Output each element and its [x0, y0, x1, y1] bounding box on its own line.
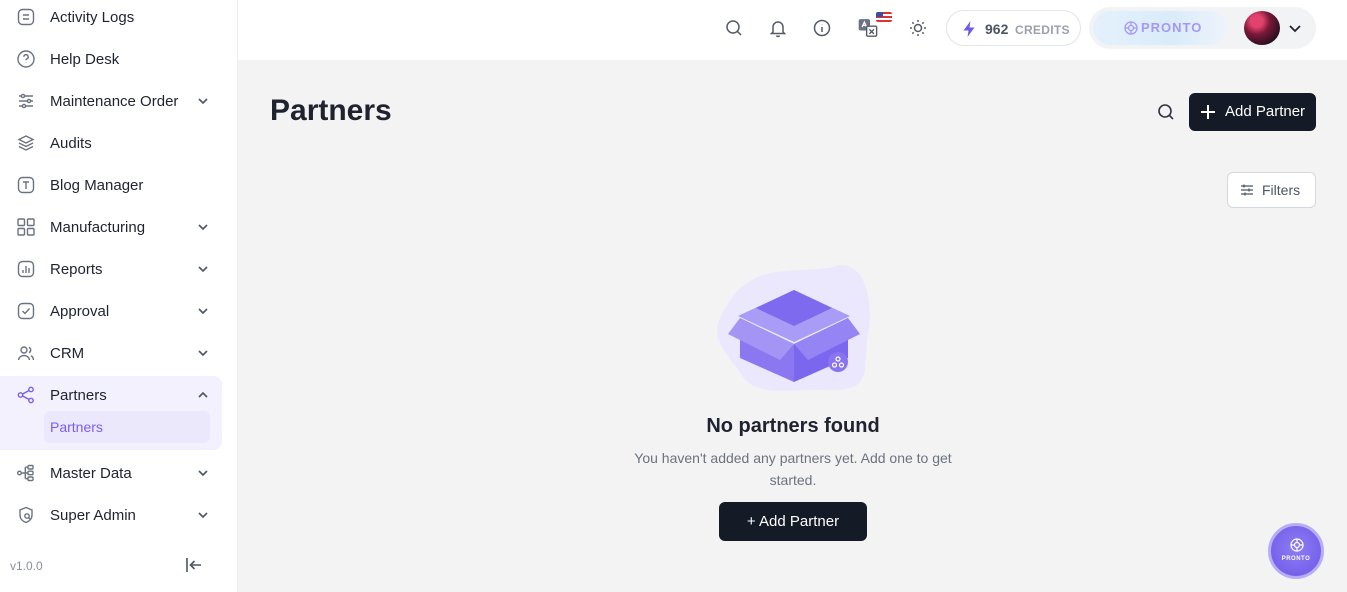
filters-label: Filters	[1262, 182, 1301, 198]
search-icon[interactable]	[1156, 102, 1176, 122]
chevron-down-icon[interactable]	[196, 220, 210, 234]
sliders-icon	[16, 91, 36, 111]
brand-pill: PRONTO	[1093, 11, 1227, 45]
sidebar-item-maintenance-order[interactable]: Maintenance Order	[0, 80, 238, 122]
sidebar-item-approval[interactable]: Approval	[0, 290, 238, 332]
sidebar-item-crm[interactable]: CRM	[0, 332, 238, 374]
sidebar-subitem-label: Partners	[50, 419, 103, 435]
bar-chart-icon	[16, 259, 36, 279]
sidebar-item-label: Manufacturing	[50, 218, 146, 236]
plus-icon	[1199, 103, 1217, 121]
sidebar-item-audits[interactable]: Audits	[0, 122, 238, 164]
question-circle-icon	[16, 49, 36, 69]
chevron-up-icon[interactable]	[196, 388, 210, 402]
sidebar-item-help-desk[interactable]: Help Desk	[0, 38, 238, 80]
hierarchy-icon	[16, 463, 36, 483]
topbar: 962 CREDITS PRONTO	[238, 0, 1347, 60]
sidebar-item-label: CRM	[50, 344, 85, 362]
sidebar-item-partners[interactable]: Partners	[0, 374, 238, 416]
search-icon[interactable]	[724, 18, 744, 38]
translate-icon[interactable]	[858, 18, 878, 38]
sidebar-item-activity-logs[interactable]: Activity Logs	[0, 0, 238, 38]
sidebar-item-super-admin[interactable]: Super Admin	[0, 494, 238, 536]
info-icon[interactable]	[812, 18, 832, 38]
empty-state-title: No partners found	[706, 415, 880, 437]
chevron-down-icon[interactable]	[196, 508, 210, 522]
users-icon	[16, 343, 36, 363]
empty-add-partner-button[interactable]: + Add Partner	[719, 502, 867, 541]
chevron-down-icon[interactable]	[196, 466, 210, 480]
sidebar: Activity Logs Help Desk Maintenance Orde…	[0, 0, 238, 592]
credits-value: 962	[985, 21, 1009, 37]
sidebar-item-reports[interactable]: Reports	[0, 248, 238, 290]
chevron-down-icon[interactable]	[196, 94, 210, 108]
share-nodes-icon	[16, 385, 36, 405]
chevron-down-icon[interactable]	[196, 262, 210, 276]
page-title: Partners	[270, 94, 392, 127]
sidebar-item-label: Audits	[50, 134, 92, 152]
sidebar-item-label: Activity Logs	[50, 8, 135, 26]
sidebar-item-label: Reports	[50, 260, 103, 278]
credits-button[interactable]: 962 CREDITS	[946, 10, 1081, 46]
profile-menu[interactable]: PRONTO	[1089, 7, 1316, 49]
add-partner-label: Add Partner	[1225, 103, 1306, 120]
chevron-down-icon[interactable]	[196, 304, 210, 318]
lightning-icon	[961, 20, 977, 38]
filters-button[interactable]: Filters	[1227, 172, 1316, 208]
sidebar-item-blog-manager[interactable]: Blog Manager	[0, 164, 238, 206]
sidebar-item-label: Approval	[50, 302, 110, 320]
chevron-down-icon[interactable]	[1287, 20, 1303, 36]
avatar[interactable]	[1244, 11, 1280, 45]
empty-box-illustration	[717, 265, 870, 391]
check-square-icon	[16, 301, 36, 321]
grid-shapes-icon	[16, 217, 36, 237]
sidebar-item-manufacturing[interactable]: Manufacturing	[0, 206, 238, 248]
sidebar-item-master-data[interactable]: Master Data	[0, 452, 238, 494]
layers-icon	[16, 133, 36, 153]
sidebar-item-label: Master Data	[50, 464, 132, 482]
assistant-fab-button[interactable]: PRONTO	[1268, 523, 1324, 579]
sidebar-item-label: Partners	[50, 386, 107, 404]
empty-state-description: You haven't added any partners yet. Add …	[634, 450, 952, 488]
sidebar-item-label: Maintenance Order	[50, 92, 179, 110]
credits-label: CREDITS	[1015, 23, 1070, 37]
list-doc-icon	[16, 7, 36, 27]
bell-icon[interactable]	[768, 18, 788, 38]
chevron-down-icon[interactable]	[196, 346, 210, 360]
brand-logo-icon	[1123, 20, 1139, 36]
app-version: v1.0.0	[10, 559, 43, 573]
fab-label: PRONTO	[1281, 556, 1311, 562]
brand-logo-icon	[1289, 537, 1305, 553]
text-square-icon	[16, 175, 36, 195]
us-flag-icon	[876, 12, 892, 22]
add-partner-button[interactable]: Add Partner	[1189, 93, 1316, 131]
shield-search-icon	[16, 505, 36, 525]
sidebar-item-label: Help Desk	[50, 50, 120, 68]
sidebar-item-label: Blog Manager	[50, 176, 144, 194]
sun-icon[interactable]	[908, 18, 928, 38]
collapse-sidebar-icon[interactable]	[184, 556, 204, 574]
filter-sliders-icon	[1240, 183, 1254, 197]
sidebar-item-label: Super Admin	[50, 506, 136, 524]
brand-name: PRONTO	[1141, 20, 1203, 35]
